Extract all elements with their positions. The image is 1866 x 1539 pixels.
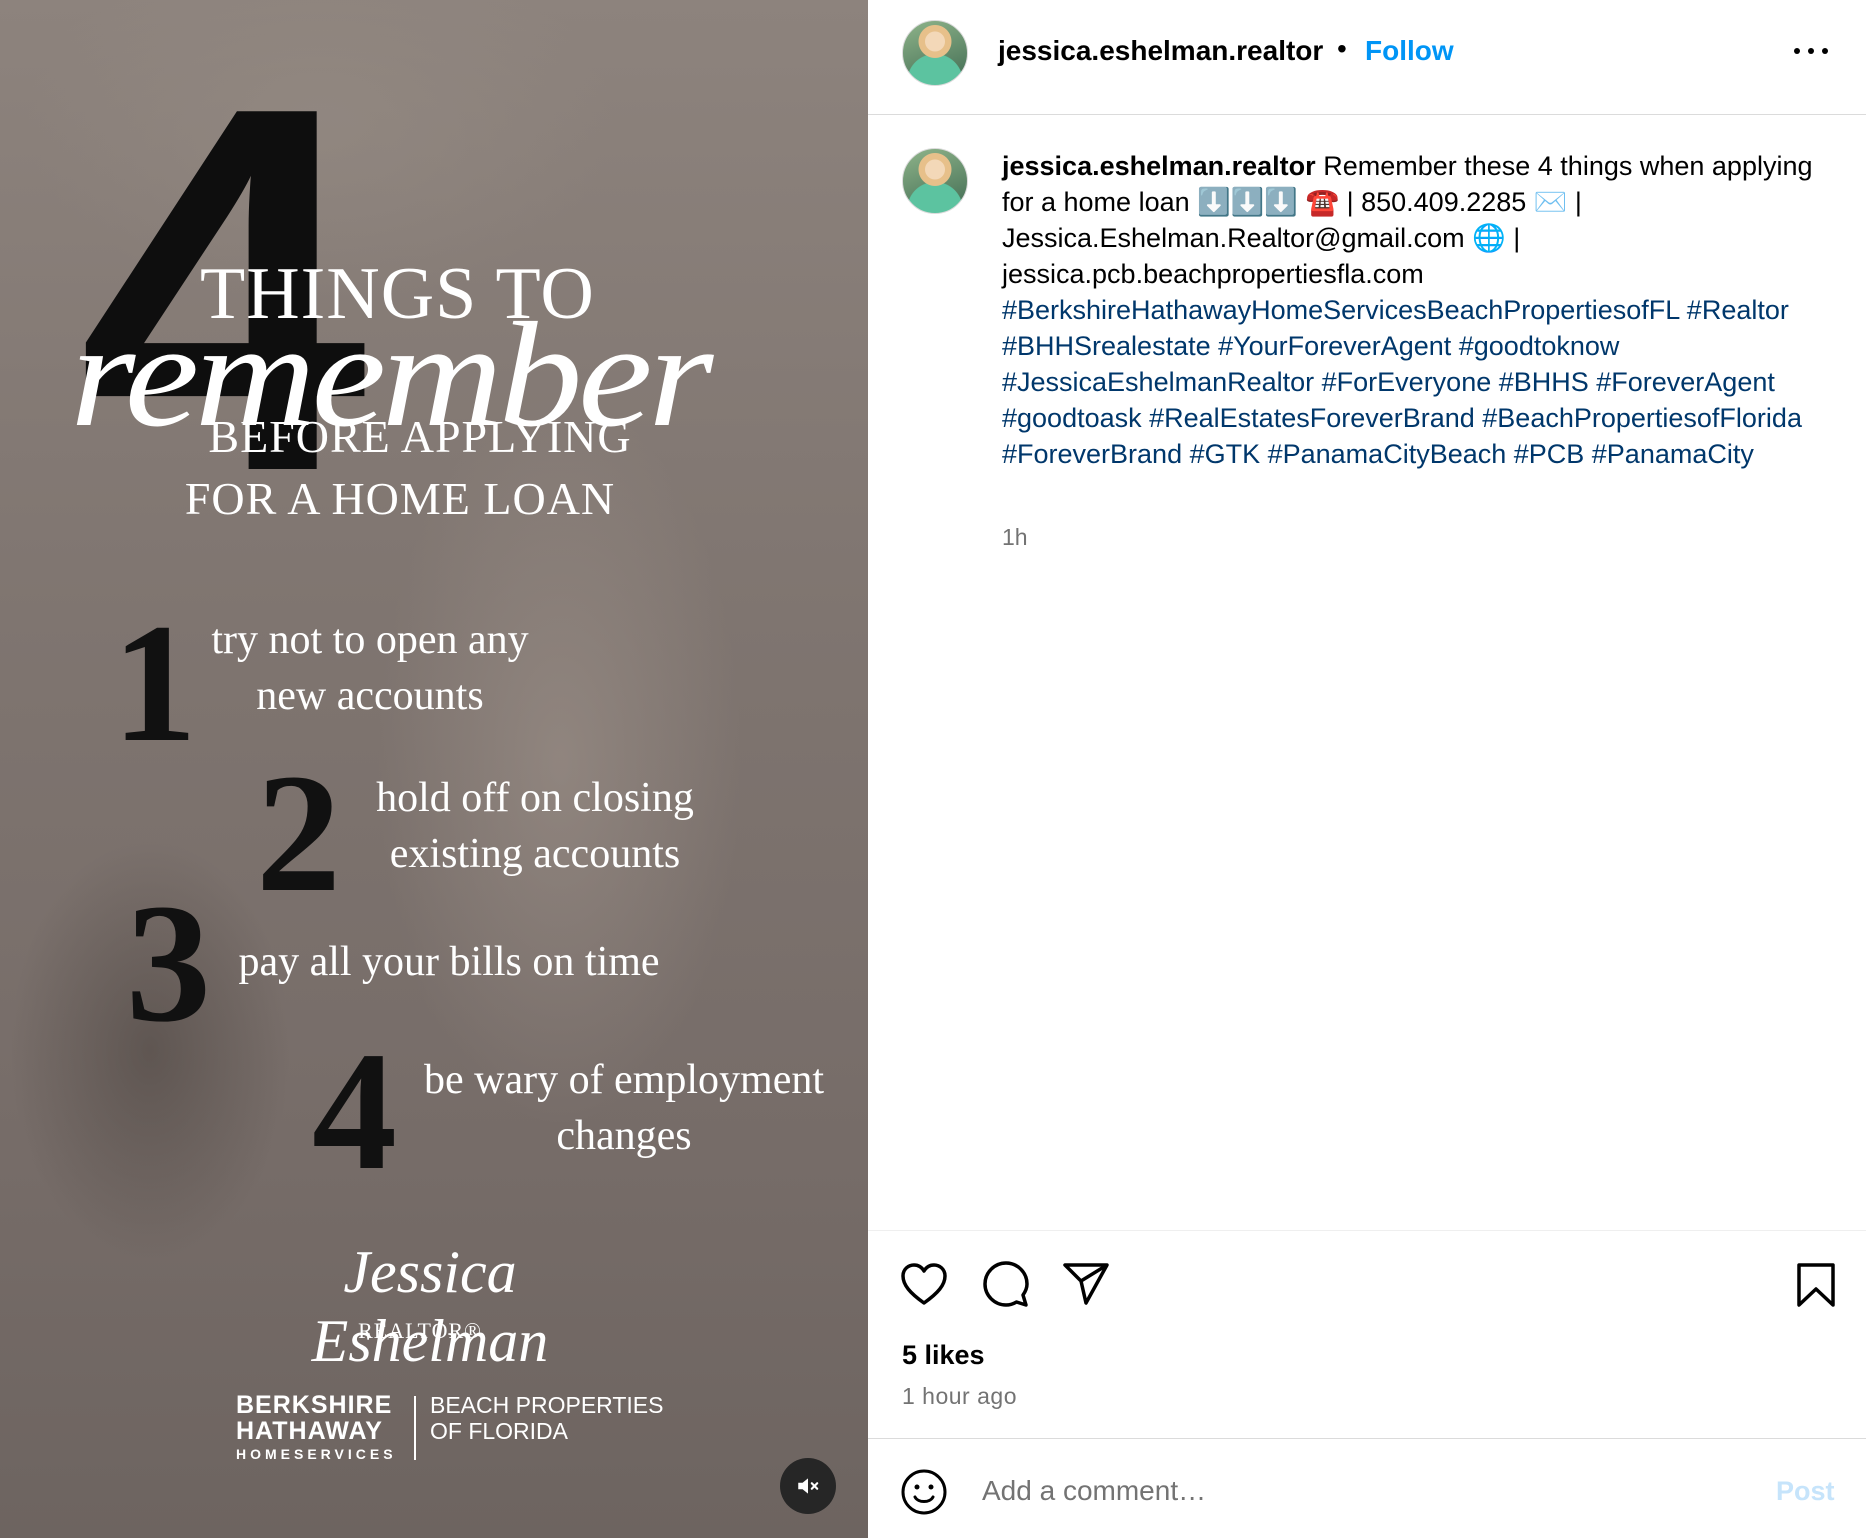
realtor-title: REALTOR® bbox=[358, 1318, 482, 1343]
save-button[interactable] bbox=[1796, 1262, 1836, 1313]
emoji-button[interactable] bbox=[900, 1468, 948, 1521]
brand-right-line2: OF FLORIDA bbox=[430, 1418, 569, 1444]
brand-logo-right: BEACH PROPERTIES OF FLORIDA bbox=[430, 1392, 663, 1444]
more-options-icon bbox=[1794, 48, 1828, 54]
tip-number-4: 4 bbox=[312, 1017, 397, 1205]
comment-button[interactable] bbox=[982, 1260, 1030, 1313]
post-media[interactable]: 4 THINGS TO remember BEFORE APPLYING FOR… bbox=[0, 0, 868, 1538]
more-options-button[interactable] bbox=[1794, 36, 1834, 66]
tip-text-4: be wary of employment changes bbox=[404, 1052, 844, 1164]
media-subtitle-line2: FOR A HOME LOAN bbox=[184, 473, 616, 524]
post-header: jessica.eshelman.realtor • Follow bbox=[868, 0, 1866, 115]
brand-left-sub: HOMESERVICES bbox=[236, 1446, 397, 1462]
comment-icon bbox=[983, 1261, 1029, 1307]
post-comment-button[interactable]: Post bbox=[1776, 1476, 1835, 1507]
brand-left-line2: HATHAWAY bbox=[236, 1417, 383, 1445]
caption-hashtags[interactable]: #BerkshireHathawayHomeServicesBeachPrope… bbox=[1002, 295, 1802, 469]
caption-timestamp[interactable]: 1h bbox=[1002, 524, 1028, 551]
emoji-icon bbox=[901, 1469, 947, 1515]
tip-text-1: try not to open any new accounts bbox=[190, 612, 550, 724]
tip-text-3-line1: pay all your bills on time bbox=[238, 939, 660, 985]
brand-left-line1: BERKSHIRE bbox=[236, 1391, 393, 1419]
tip-text-2-line2: existing accounts bbox=[389, 831, 681, 877]
brand-right-line1: BEACH PROPERTIES bbox=[430, 1392, 664, 1418]
tip-number-3: 3 bbox=[126, 869, 211, 1057]
tip-text-2-line1: hold off on closing bbox=[376, 775, 694, 821]
tip-text-1-line2: new accounts bbox=[256, 673, 484, 719]
tip-text-3: pay all your bills on time bbox=[224, 934, 674, 990]
follow-button[interactable]: Follow bbox=[1365, 35, 1454, 67]
tip-number-2: 2 bbox=[256, 739, 341, 927]
heart-icon bbox=[901, 1263, 947, 1305]
like-button[interactable] bbox=[900, 1262, 948, 1311]
realtor-signature: Jessica Eshelman bbox=[311, 1239, 549, 1374]
tip-text-2: hold off on closing existing accounts bbox=[360, 770, 710, 882]
tip-text-4-line2: changes bbox=[556, 1113, 692, 1159]
likes-count[interactable]: 5 likes bbox=[902, 1340, 985, 1371]
comment-input[interactable] bbox=[980, 1468, 1744, 1514]
avatar[interactable] bbox=[902, 20, 968, 86]
header-username[interactable]: jessica.eshelman.realtor bbox=[998, 35, 1323, 67]
actions-divider bbox=[868, 1230, 1866, 1232]
speaker-muted-icon bbox=[798, 1478, 819, 1494]
caption-avatar[interactable] bbox=[902, 148, 968, 214]
post-sidebar: jessica.eshelman.realtor • Follow jessic… bbox=[868, 0, 1866, 1538]
brand-logo-left: BERKSHIRE HATHAWAY HOMESERVICES bbox=[236, 1392, 397, 1464]
tip-number-1: 1 bbox=[112, 589, 197, 777]
bookmark-icon bbox=[1797, 1263, 1835, 1307]
share-button[interactable] bbox=[1062, 1262, 1110, 1311]
tip-text-1-line1: try not to open any bbox=[211, 617, 529, 663]
tip-text-4-line1: be wary of employment bbox=[423, 1057, 825, 1103]
brand-divider bbox=[414, 1396, 416, 1460]
post-caption: jessica.eshelman.realtor Remember these … bbox=[1002, 148, 1822, 472]
caption-username[interactable]: jessica.eshelman.realtor bbox=[1002, 151, 1316, 181]
post-age: 1 hour ago bbox=[902, 1383, 1017, 1409]
header-separator: • bbox=[1337, 33, 1347, 64]
media-subtitle-line1: BEFORE APPLYING bbox=[208, 411, 632, 462]
share-icon bbox=[1063, 1263, 1109, 1305]
mute-button[interactable] bbox=[780, 1458, 836, 1514]
